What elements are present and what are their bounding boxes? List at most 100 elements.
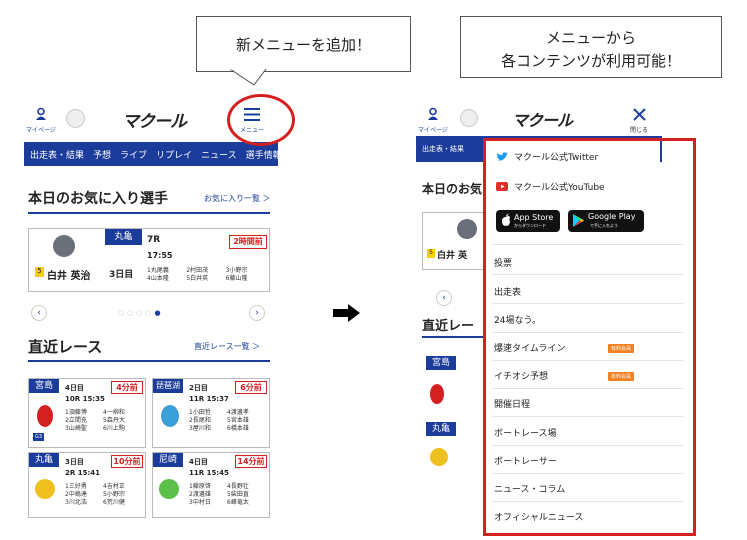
favorite-countdown: 2時間前	[229, 235, 267, 249]
grade-badge: G3	[33, 433, 45, 441]
race-venue-tag: 宮島	[426, 356, 456, 370]
favorites-title: 本日のお気に入り選手	[28, 191, 168, 207]
race-card[interactable]: 宮島 4日目 4分前 10R 15:35 G3 1須藤博 4一柳和 2立間充 5森丹…	[28, 378, 146, 448]
race-day: 4日目	[189, 458, 208, 466]
race-venue-tag: 丸亀	[29, 453, 59, 467]
right-arrow-icon	[333, 304, 360, 322]
race-card[interactable]: 琵琶湖 2日目 6分前 11R 15:37 1小田哲 4渡邊孝 2長尾和 5宮本雄 …	[152, 378, 270, 448]
entry: 1小田哲	[189, 409, 211, 416]
entry: 4一柳和	[103, 409, 125, 416]
favorite-day: 3日目	[109, 270, 134, 280]
race-entries: 1三好勇 4吉村正 2中嶋達 5小野宗 3川北浩 6荒川健	[65, 483, 141, 507]
entry: 3小野宗	[225, 267, 248, 274]
favorites-link[interactable]: お気に入り一覧 ＞	[204, 193, 271, 204]
recent-races-title: 直近レース	[28, 338, 103, 356]
mascot-icon	[66, 109, 85, 128]
entry: 3屋川和	[189, 425, 211, 432]
player-number: 5	[35, 267, 44, 277]
entry: 4渡邊孝	[227, 409, 249, 416]
race-countdown: 14分前	[235, 455, 267, 468]
race-card[interactable]: 尼崎 4日目 14分前 11R 15:45 1藤原啓 4長野壮 2渡邊雄 5柴田直 …	[152, 452, 270, 518]
app-header: マイページ マクール 閉じる	[416, 100, 662, 140]
entry: 5小野宗	[103, 491, 125, 498]
player-number: 5	[427, 249, 435, 258]
entry: 6荒川健	[103, 499, 125, 506]
race-number-time: 11R 15:37	[189, 395, 229, 403]
race-entries: 1小田哲 4渡邊孝 2長尾和 5宮本雄 3屋川和 6橋本雄	[189, 409, 265, 433]
entry: 2渡邊雄	[189, 491, 211, 498]
recent-underline	[422, 336, 488, 338]
phone-before: マイページ マクール メニュー 出走表・結果 予想 ライブ リプレイ ニュース …	[24, 100, 278, 540]
race-number-time: 11R 15:45	[189, 469, 229, 477]
entry: 2長尾和	[189, 417, 211, 424]
entry: 6峰竜太	[227, 499, 249, 506]
main-nav: 出走表・結果 予想 ライブ リプレイ ニュース 選手情報	[24, 142, 278, 166]
race-countdown: 10分前	[111, 455, 143, 468]
entry: 6橋本雄	[227, 425, 249, 432]
race-entries: 1須藤博 4一柳和 2立間充 5森丹大 3山崎聖 6川上駒	[65, 409, 141, 433]
race-card[interactable]: 丸亀 3日目 10分前 2R 15:41 1三好勇 4吉村正 2中嶋達 5小野宗 3…	[28, 452, 146, 518]
venue-tag: 丸亀	[105, 229, 142, 245]
entry: 5宮本雄	[227, 417, 249, 424]
race-number-time: 10R 15:35	[65, 395, 105, 403]
favorite-race: 7R	[147, 235, 161, 245]
entry: 4山本隆	[147, 275, 169, 282]
carousel-next-button[interactable]: ›	[249, 305, 265, 321]
mypage-button[interactable]: マイページ	[418, 106, 448, 134]
entry: 5白井英	[186, 275, 209, 282]
user-icon	[36, 107, 46, 120]
nav-item-prediction[interactable]: 予想	[93, 148, 111, 161]
entry: 1須藤博	[65, 409, 87, 416]
carousel-prev-button[interactable]: ‹	[31, 305, 47, 321]
player-avatar	[457, 219, 477, 239]
mascot-image	[161, 405, 179, 427]
recent-races-link[interactable]: 直近レース一覧 ＞	[194, 341, 260, 352]
race-countdown: 4分前	[111, 381, 143, 394]
mascot-image	[35, 479, 55, 499]
entry: 3山崎聖	[65, 425, 87, 432]
player-avatar	[53, 235, 75, 257]
nav-item-players[interactable]: 選手情報	[246, 148, 278, 161]
favorite-time: 17:55	[147, 251, 173, 260]
favorites-title: 本日のお気	[422, 182, 483, 196]
favorite-entries: 1丸尾義 2村田茂 3小野宗 4山本隆 5白井英 6藤山隆	[147, 267, 265, 283]
race-entries: 1藤原啓 4長野壮 2渡邊雄 5柴田直 3中村日 6峰竜太	[189, 483, 265, 507]
app-logo: マクール	[122, 112, 187, 132]
mascot-image	[430, 448, 448, 466]
race-countdown: 6分前	[235, 381, 267, 394]
favorite-player-card[interactable]: 5 白井 英治 丸亀 3日目 7R 17:55 2時間前 1丸尾義 2村田茂 3…	[28, 228, 270, 292]
mypage-label: マイページ	[418, 127, 448, 134]
nav-item-news[interactable]: ニュース	[201, 148, 237, 161]
carousel-prev-button: ‹	[436, 290, 452, 306]
entry: 6藤山隆	[225, 275, 248, 282]
menu-highlight-box	[483, 138, 696, 536]
player-name: 白井 英治	[47, 271, 91, 282]
entry: 4長野壮	[227, 483, 249, 490]
entry: 1藤原啓	[189, 483, 211, 490]
entry: 2中嶋達	[65, 491, 87, 498]
player-name: 白井 英	[437, 251, 468, 261]
entry: 5柴田直	[227, 491, 249, 498]
race-day: 2日目	[189, 384, 208, 392]
nav-item-replay[interactable]: リプレイ	[156, 148, 192, 161]
nav-item-results[interactable]: 出走表・結果	[30, 148, 84, 161]
mypage-button[interactable]: マイページ	[26, 106, 56, 134]
recent-races-title: 直近レー	[422, 319, 475, 334]
callout-menu-contents: メニューから 各コンテンツが利用可能！	[460, 16, 722, 78]
callout-left-pointer	[230, 69, 267, 86]
menu-highlight-circle	[227, 94, 295, 146]
nav-item-live[interactable]: ライブ	[120, 148, 147, 161]
callout-new-menu-text: 新メニューを追加！	[235, 36, 371, 54]
carousel-dots: ○○○○●	[118, 309, 164, 317]
race-venue-tag: 宮島	[29, 379, 59, 393]
entry: 3中村日	[189, 499, 211, 506]
close-menu-button[interactable]: 閉じる	[622, 106, 656, 134]
mascot-icon	[460, 109, 478, 127]
nav-item-results[interactable]: 出走表・結果	[422, 144, 464, 154]
entry: 1丸尾義	[147, 267, 169, 274]
recent-underline	[28, 360, 270, 362]
entry: 4吉村正	[103, 483, 125, 490]
mypage-label: マイページ	[26, 127, 56, 134]
race-day: 3日目	[65, 458, 84, 466]
app-logo: マクール	[512, 111, 573, 130]
